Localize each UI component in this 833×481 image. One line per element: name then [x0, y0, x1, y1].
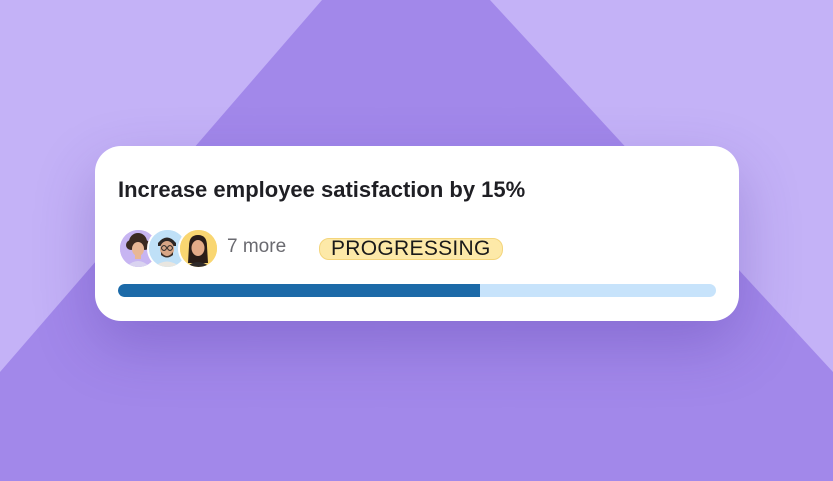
progress-bar-fill: [118, 284, 480, 297]
goal-title: Increase employee satisfaction by 15%: [118, 177, 526, 202]
avatar-group[interactable]: [118, 228, 228, 269]
more-members-link[interactable]: 7 more: [227, 236, 286, 258]
avatar: [178, 228, 219, 269]
goal-card[interactable]: Increase employee satisfaction by 15% 7 …: [95, 146, 739, 321]
avatar-woman-long-hair-icon: [180, 230, 217, 267]
progress-bar: [118, 284, 716, 297]
status-badge: PROGRESSING: [319, 238, 503, 260]
